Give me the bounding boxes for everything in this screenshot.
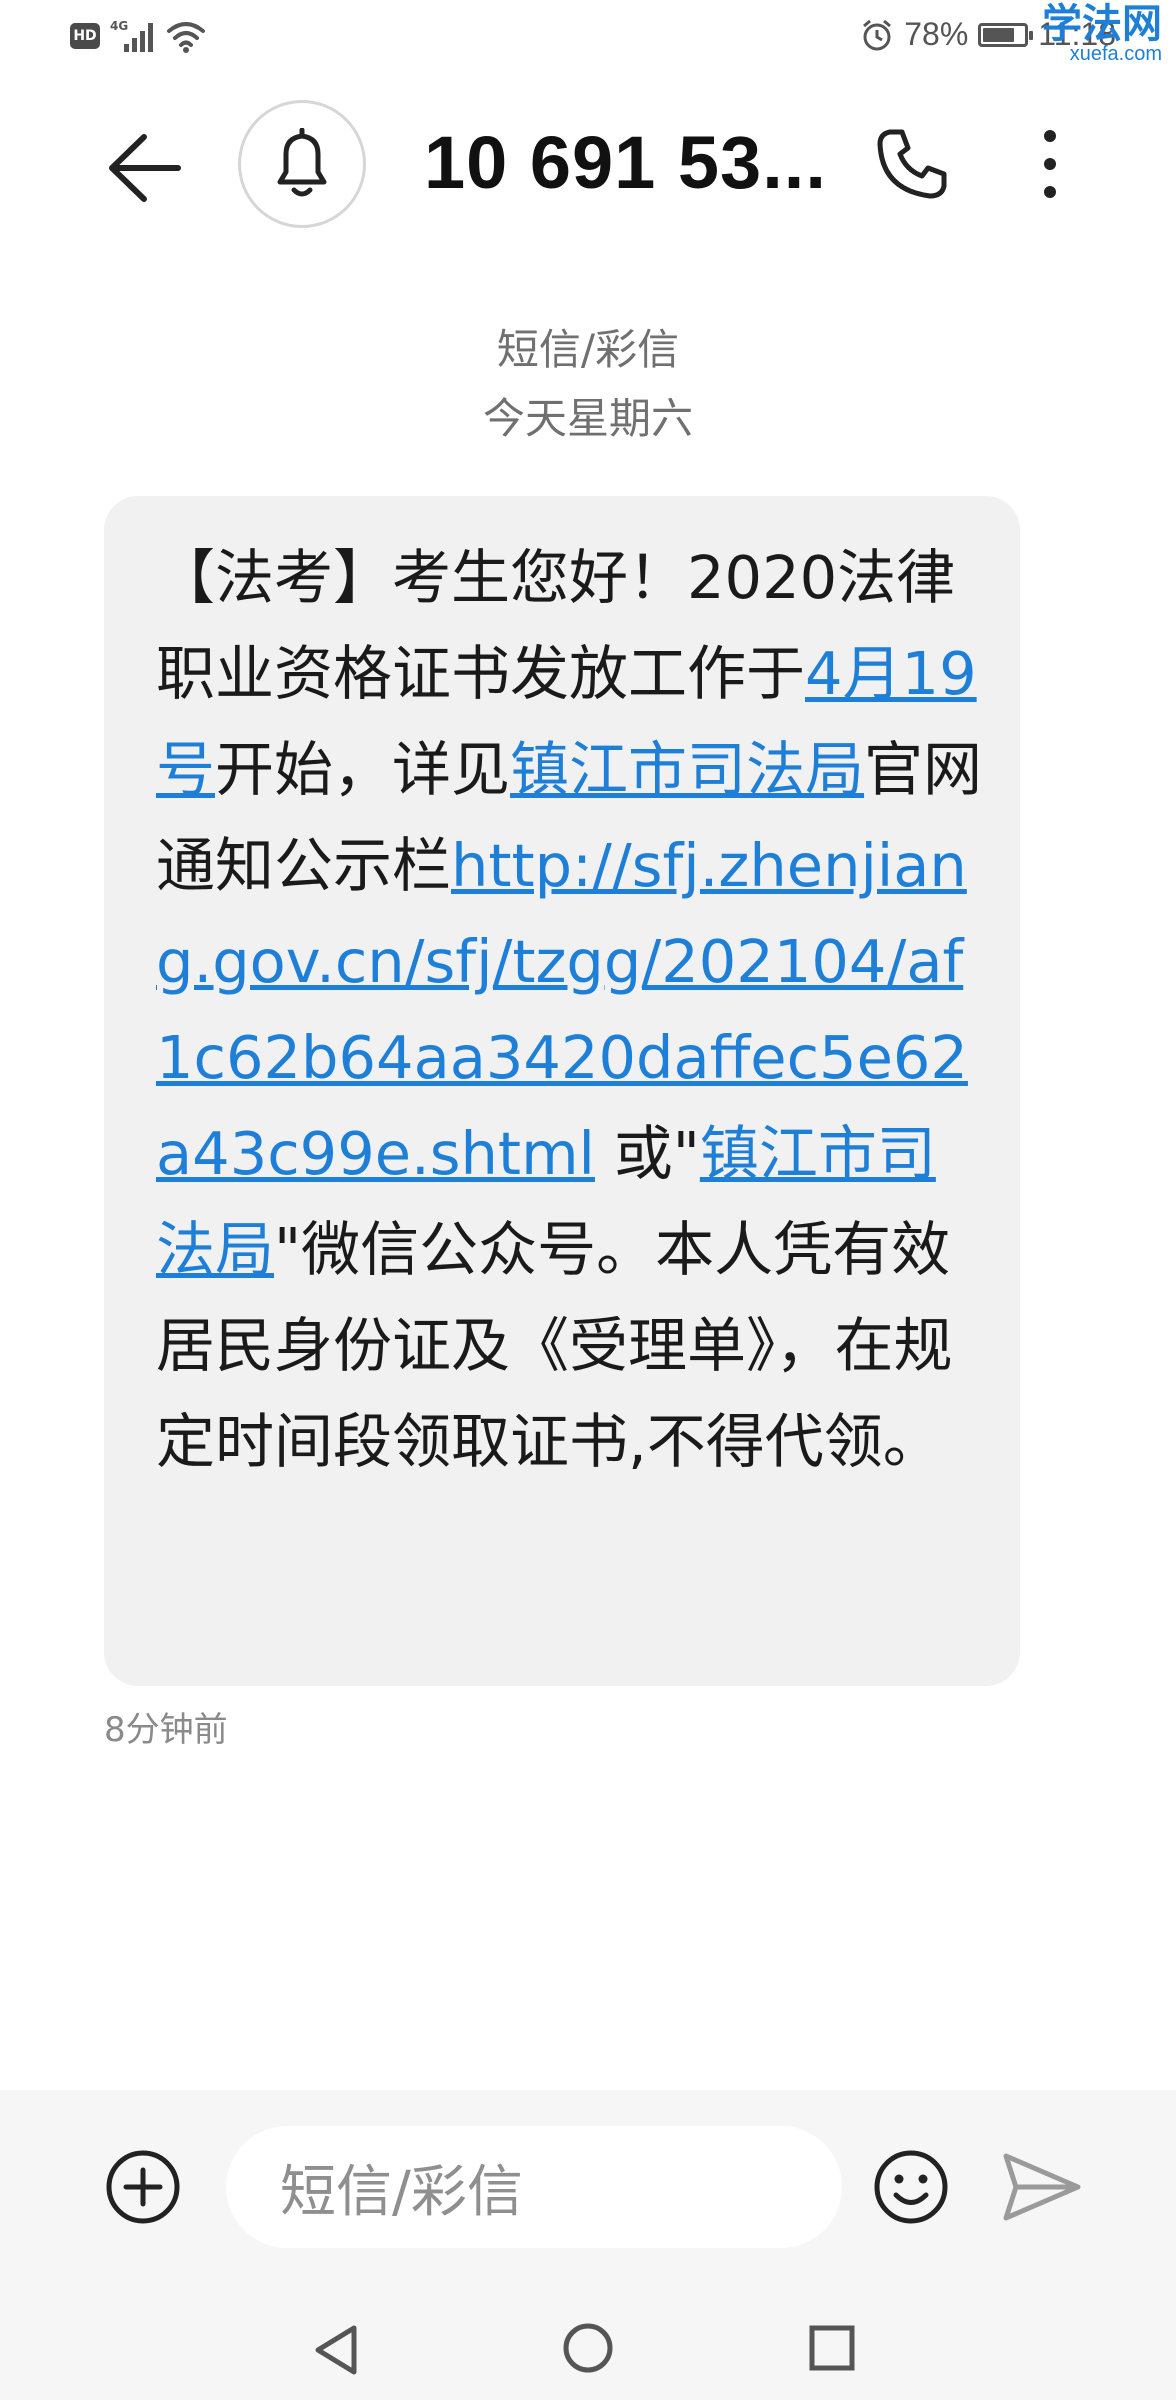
contact-avatar[interactable] <box>238 100 366 228</box>
signal-icon: 4G <box>110 18 156 54</box>
message-text: 【法考】考生您好！2020法律职业资格证书发放工作于4月19号开始，详见镇江市司… <box>156 530 990 1490</box>
nav-recent-icon <box>809 2325 855 2371</box>
message-segment: "微信公众号。本人凭有效居民身份证及《受理单》，在规定时间段领取证书,不得代领。 <box>156 1215 953 1476</box>
message-input[interactable]: 短信/彩信 <box>226 2126 842 2248</box>
nav-recent-button[interactable] <box>808 2324 856 2372</box>
more-options-button[interactable] <box>1030 124 1070 204</box>
date-label: 今天星期六 <box>482 394 693 443</box>
nav-back-button[interactable] <box>310 2322 362 2378</box>
watermark-url: xuefa.com <box>1069 43 1162 65</box>
more-vert-icon <box>1044 130 1056 198</box>
status-left: HD 4G <box>70 18 206 54</box>
send-button[interactable] <box>1002 2150 1082 2224</box>
back-arrow-icon <box>109 134 181 202</box>
message-segment: 或" <box>594 1119 700 1188</box>
network-label: 4G <box>110 19 128 33</box>
battery-percent: 78% <box>904 16 969 52</box>
bell-icon <box>277 128 327 197</box>
message-time: 8分钟前 <box>104 1710 228 1750</box>
battery-level <box>983 27 1014 42</box>
add-attachment-button[interactable] <box>104 2148 182 2226</box>
hd-icon: HD <box>70 23 100 49</box>
nav-home-icon <box>563 2323 613 2373</box>
add-circle-icon <box>106 2150 180 2224</box>
call-button[interactable] <box>872 124 952 204</box>
message-segment: 开始，详见 <box>215 735 511 804</box>
nav-back-icon <box>315 2325 357 2375</box>
emoji-button[interactable] <box>872 2148 950 2226</box>
status-bar: HD 4G 78% 11:18 学法网 xuefa.com <box>0 0 1176 70</box>
message-bubble[interactable]: 【法考】考生您好！2020法律职业资格证书发放工作于4月19号开始，详见镇江市司… <box>104 496 1020 1686</box>
battery-icon <box>978 22 1034 47</box>
send-icon <box>1003 2153 1081 2221</box>
alarm-icon <box>860 18 894 52</box>
compose-bar: 短信/彩信 <box>0 2090 1176 2400</box>
phone-icon <box>877 129 947 199</box>
system-nav-bar <box>0 2296 1176 2400</box>
channel-label: 短信/彩信 <box>496 325 680 374</box>
emoji-icon <box>874 2150 948 2224</box>
conversation-header: 10 691 53... <box>0 90 1176 240</box>
watermark-logo: 学法网 <box>1042 1 1162 47</box>
message-link[interactable]: 镇江市司法局 <box>510 735 864 804</box>
nav-home-button[interactable] <box>562 2322 614 2374</box>
contact-title: 10 691 53... <box>424 121 827 204</box>
back-button[interactable] <box>100 125 186 211</box>
watermark: 学法网 xuefa.com <box>1042 4 1162 64</box>
wifi-icon <box>166 19 206 53</box>
